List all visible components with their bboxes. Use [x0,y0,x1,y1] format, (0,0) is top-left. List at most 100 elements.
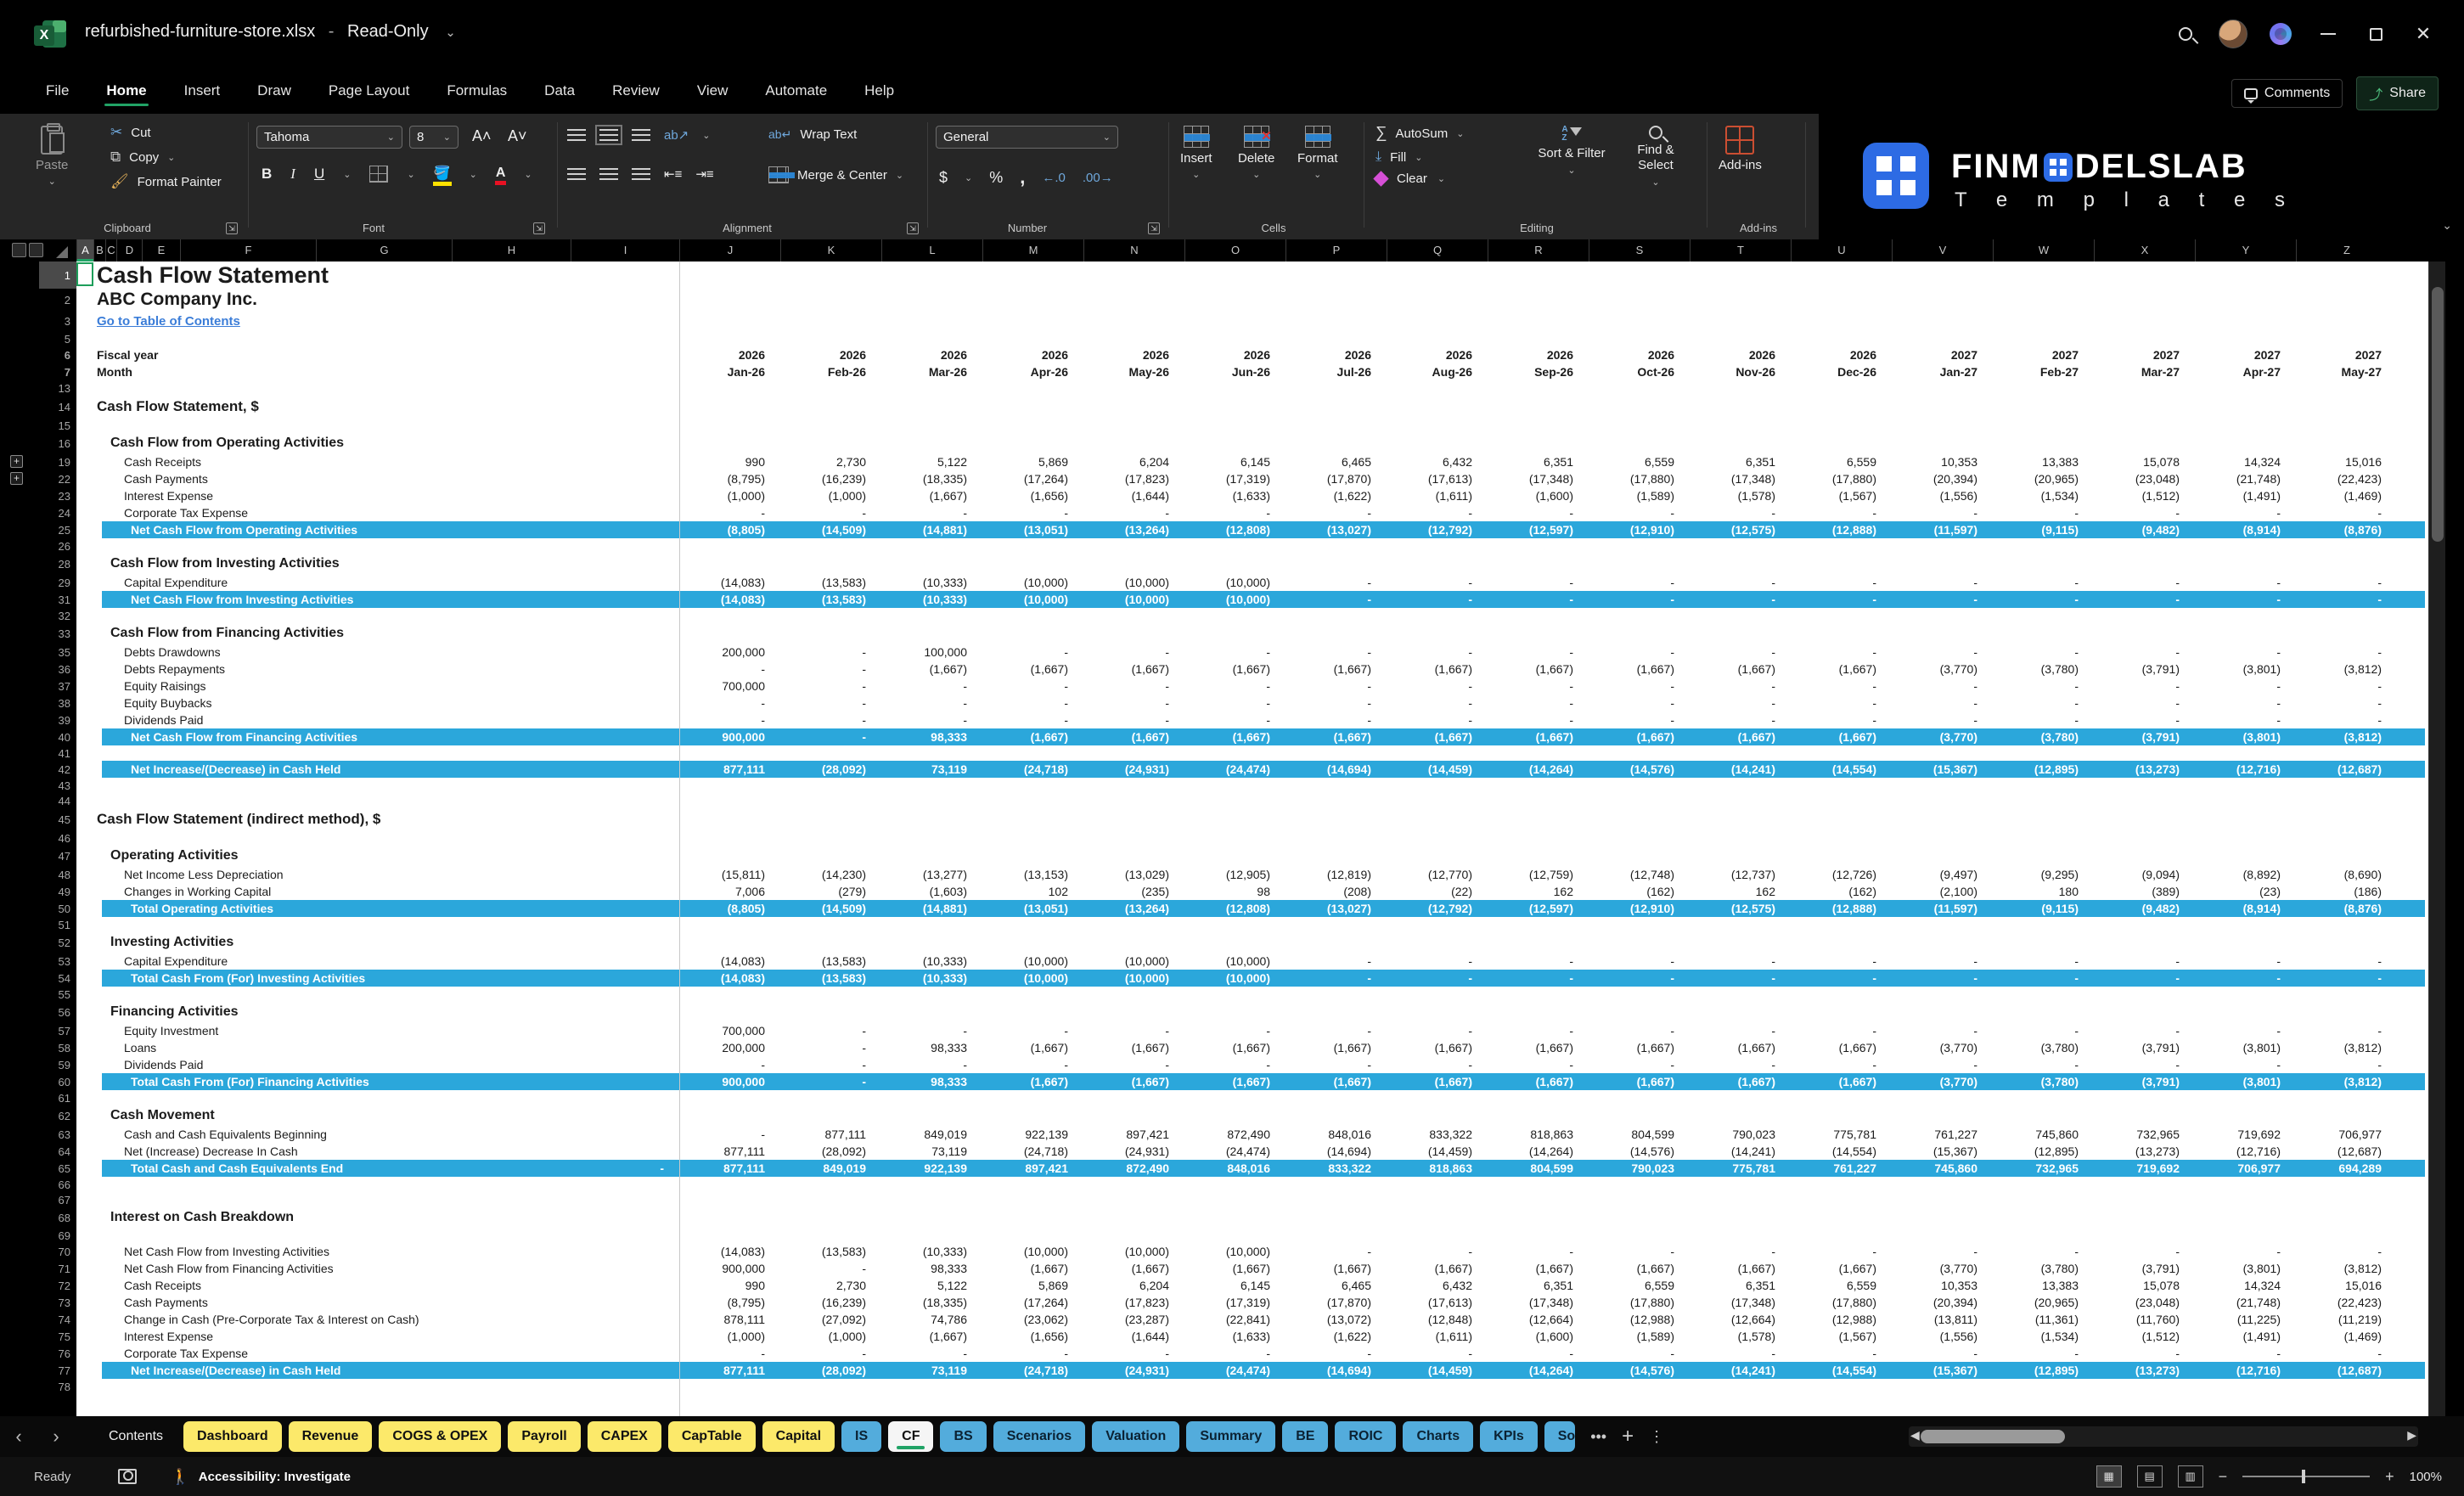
cell-value[interactable]: (13,051) [982,902,1083,915]
cell-value[interactable]: - [1589,593,1690,606]
cell-value[interactable]: (14,694) [1285,1144,1387,1158]
row-header-45[interactable]: 45 [39,808,76,830]
expand-outline-button[interactable]: + [10,472,23,485]
fill-color-menu[interactable]: ⌄ [470,169,477,180]
cell-value[interactable]: (1,611) [1387,1330,1488,1343]
cell-value[interactable]: (10,000) [982,576,1083,589]
row-header-69[interactable]: 69 [39,1228,76,1243]
add-sheet-button[interactable]: + [1622,1425,1634,1448]
cell-value[interactable]: 2027 [1892,348,1993,362]
cell-value[interactable]: 877,111 [679,1364,780,1377]
zoom-slider[interactable] [2242,1476,2370,1477]
column-header-A[interactable]: A [76,239,93,262]
zoom-level[interactable]: 100% [2410,1470,2442,1484]
column-header-S[interactable]: S [1589,239,1690,262]
cell-value[interactable]: - [679,1058,780,1071]
alignment-dialog-launcher[interactable]: ⇲ [907,222,919,234]
cell-value[interactable]: 897,421 [1083,1128,1184,1141]
sheet-tab-cf[interactable]: CF [888,1421,933,1452]
cell-value[interactable]: - [1184,1347,1285,1360]
cell-value[interactable]: (27,092) [780,1313,881,1326]
sheet-tab-cogs-opex[interactable]: COGS & OPEX [379,1421,501,1452]
cell-value[interactable]: - [2296,1024,2397,1038]
close-button[interactable]: ✕ [2399,15,2447,53]
cell-value[interactable]: 872,490 [1083,1161,1184,1175]
cell-value[interactable]: - [2094,1347,2195,1360]
cell-value[interactable]: (12,888) [1791,902,1892,915]
cell-value[interactable]: - [1387,1024,1488,1038]
row-header-13[interactable]: 13 [39,380,76,396]
find-select-button[interactable]: Find & Select⌄ [1618,126,1693,188]
cell-value[interactable]: - [1791,1024,1892,1038]
cell-value[interactable]: (1,667) [1690,730,1791,744]
sheet-tab-capital[interactable]: Capital [762,1421,835,1452]
cell-value[interactable]: (23,287) [1083,1313,1184,1326]
cell-value[interactable]: - [1387,506,1488,520]
normal-view-button[interactable]: ▦ [2096,1465,2122,1488]
row-header-5[interactable]: 5 [39,331,76,346]
insert-cells-button[interactable]: Insert⌄ [1180,126,1212,180]
row-header-63[interactable]: 63 [39,1126,76,1143]
cell-value[interactable]: May-27 [2296,365,2397,379]
cell-value[interactable]: (1,667) [1690,1075,1791,1088]
cell-value[interactable]: (23,062) [982,1313,1083,1326]
cell-value[interactable]: (22) [1387,885,1488,898]
cell-value[interactable]: (1,603) [881,885,982,898]
cell-value[interactable]: (15,367) [1892,762,1993,776]
cell-value[interactable]: (12,888) [1791,523,1892,537]
cell-value[interactable]: - [679,1128,780,1141]
cell-value[interactable]: (13,029) [1083,868,1184,881]
cell-value[interactable]: (24,718) [982,762,1083,776]
decrease-indent-button[interactable]: ⇤≡ [664,166,682,182]
cell-value[interactable]: - [2094,645,2195,659]
cell-value[interactable]: (11,760) [2094,1313,2195,1326]
cell-value[interactable]: (10,000) [982,971,1083,985]
cell-value[interactable]: 98,333 [881,730,982,744]
row-header-35[interactable]: 35 [39,644,76,661]
cell-value[interactable]: - [881,506,982,520]
cell-value[interactable]: - [1993,1245,2094,1258]
column-header-Z[interactable]: Z [2296,239,2397,262]
hscroll-left-icon[interactable]: ◀ [1910,1428,1920,1443]
row-header-32[interactable]: 32 [39,608,76,623]
cell-value[interactable]: 15,078 [2094,455,2195,469]
cell-value[interactable]: (17,348) [1488,1296,1589,1309]
cell-value[interactable]: (14,083) [679,576,780,589]
align-top-button[interactable] [567,129,586,141]
cell-value[interactable]: (1,667) [1589,1262,1690,1275]
cell-value[interactable]: (186) [2296,885,2397,898]
row-header-71[interactable]: 71 [39,1260,76,1277]
cell-value[interactable]: (235) [1083,885,1184,898]
row-header-31[interactable]: 31 [39,591,76,608]
cell-value[interactable]: (12,910) [1589,523,1690,537]
cell-value[interactable]: Oct-26 [1589,365,1690,379]
font-size-select[interactable]: 8⌄ [409,126,458,149]
cell-value[interactable]: (14,241) [1690,1144,1791,1158]
cell-value[interactable]: - [1892,696,1993,710]
cell-value[interactable]: (1,667) [1690,1262,1791,1275]
cell-value[interactable]: - [1387,696,1488,710]
cell-value[interactable]: 745,860 [1993,1128,2094,1141]
cell-value[interactable]: - [620,1161,664,1175]
cell-value[interactable]: - [881,1058,982,1071]
cell-value[interactable]: (28,092) [780,1364,881,1377]
cell-value[interactable]: (1,567) [1791,1330,1892,1343]
cell-value[interactable]: - [1488,593,1589,606]
cell-value[interactable]: 73,119 [881,762,982,776]
cell-value[interactable]: (10,333) [881,576,982,589]
row-header-53[interactable]: 53 [39,953,76,970]
cell-value[interactable]: 990 [679,455,780,469]
increase-indent-button[interactable]: ⇥≡ [695,166,713,182]
cell-value[interactable]: (17,613) [1387,1296,1488,1309]
expand-outline-button[interactable]: + [10,455,23,468]
cell-value[interactable]: 13,383 [1993,455,2094,469]
cell-value[interactable]: 849,019 [780,1161,881,1175]
cell-value[interactable]: (1,667) [1285,1041,1387,1055]
cell-value[interactable]: (8,795) [679,1296,780,1309]
cell-value[interactable]: - [1589,1024,1690,1038]
cell-value[interactable]: May-26 [1083,365,1184,379]
menu-automate[interactable]: Automate [750,74,842,108]
cell-value[interactable]: (8,795) [679,472,780,486]
cell-value[interactable]: (3,780) [1993,1262,2094,1275]
cell-value[interactable]: (1,667) [1488,1075,1589,1088]
